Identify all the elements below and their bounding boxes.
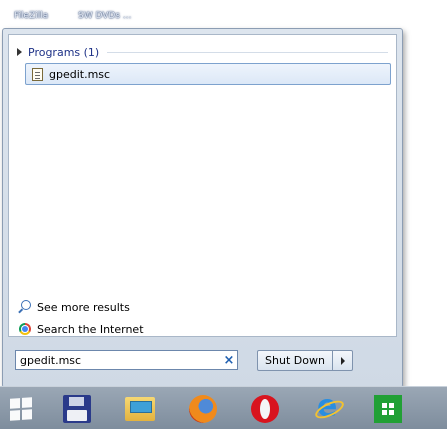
programs-group-header[interactable]: Programs (1) [17,44,388,60]
desktop-background: FileZilla SW DVDs ... [0,0,447,30]
shutdown-group: Shut Down [257,350,353,371]
programs-group-title: Programs (1) [28,45,100,59]
windows-logo-icon [10,397,32,421]
firefox-icon [189,395,217,423]
search-icon [21,300,31,310]
search-internet-link[interactable]: Search the Internet [19,321,144,337]
internet-explorer-icon [313,389,341,424]
taskbar [0,386,447,429]
result-item-gpedit[interactable]: gpedit.msc [25,63,391,85]
start-menu: Programs (1) gpedit.msc See more results… [2,28,403,388]
desktop-shortcut-sw-dvds[interactable]: SW DVDs ... [78,11,131,21]
see-more-results-link[interactable]: See more results [19,299,130,315]
shutdown-button[interactable]: Shut Down [257,350,333,371]
expand-triangle-icon [17,48,22,56]
taskbar-item-store[interactable] [371,392,405,426]
taskbar-item-firefox[interactable] [186,392,220,426]
taskbar-item-opera[interactable] [248,392,282,426]
desktop-shortcut-filezilla[interactable]: FileZilla [14,11,48,21]
taskbar-item-internet-explorer[interactable] [310,389,344,426]
group-divider [107,51,388,53]
search-results-pane: Programs (1) gpedit.msc See more results… [8,34,397,337]
windows-store-icon [374,395,402,423]
clear-search-icon[interactable]: × [221,353,237,368]
shutdown-options-button[interactable] [333,350,353,371]
search-internet-label: Search the Internet [37,322,144,336]
search-input[interactable] [16,352,221,368]
result-item-label: gpedit.msc [49,67,111,81]
folder-icon [125,397,155,421]
start-button[interactable] [6,392,36,426]
taskbar-item-explorer[interactable] [123,392,157,426]
chrome-icon [19,323,31,335]
document-icon [32,67,43,81]
see-more-results-label: See more results [37,300,130,314]
opera-icon [251,395,279,423]
floppy-disk-icon [63,395,91,423]
chevron-right-icon [340,356,345,365]
search-box: × [15,350,238,370]
taskbar-item-save[interactable] [60,392,94,426]
